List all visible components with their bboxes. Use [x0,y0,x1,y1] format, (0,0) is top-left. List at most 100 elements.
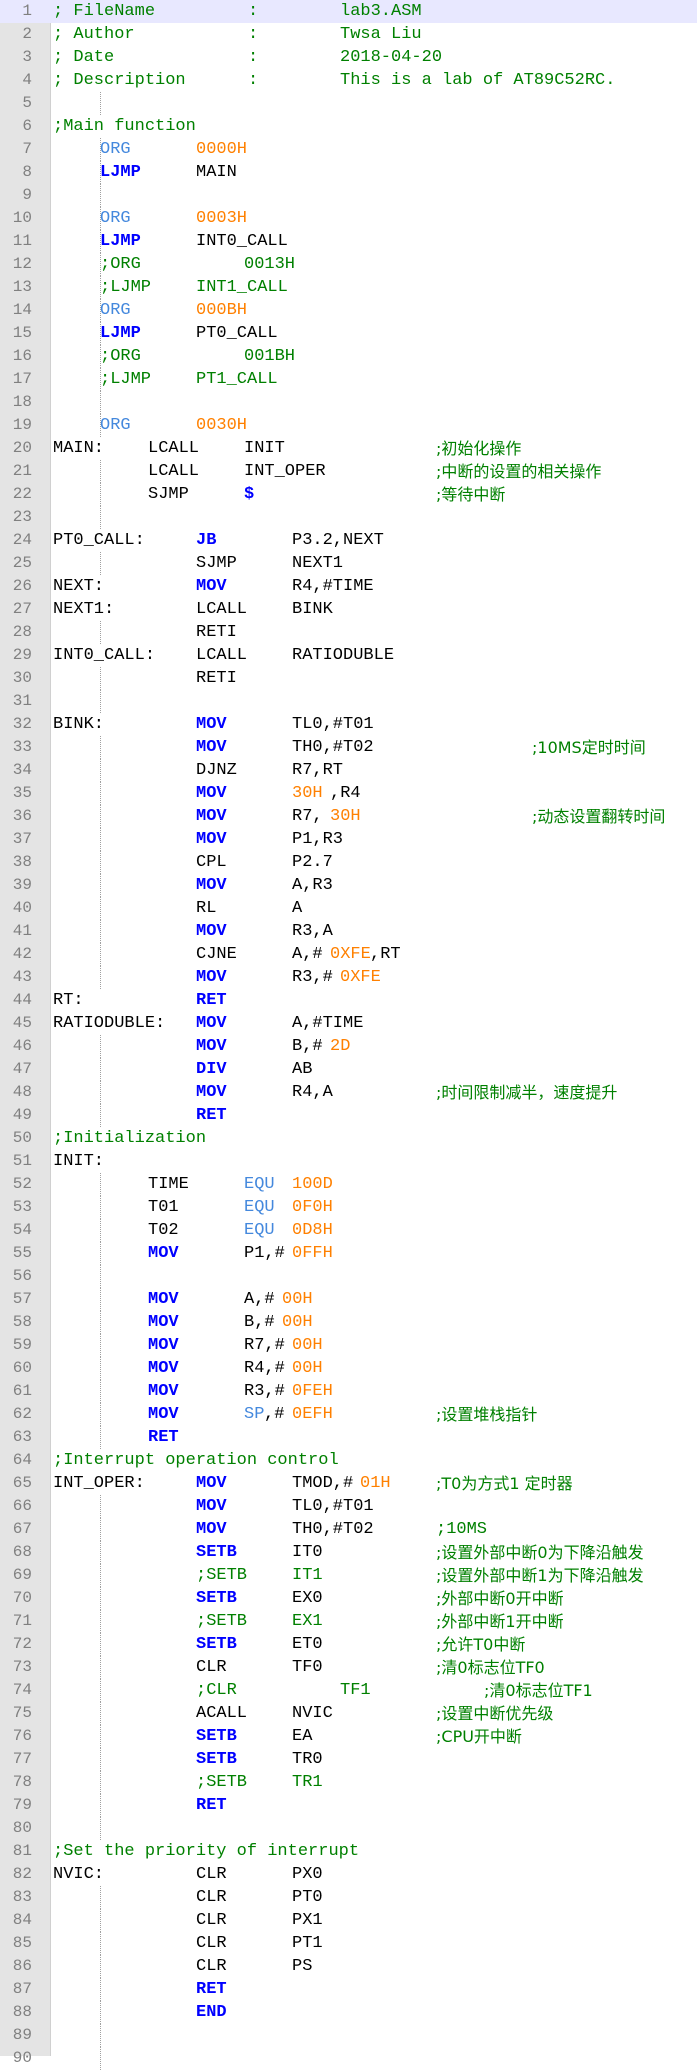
code-token: ACALL [196,1704,248,1723]
code-line[interactable]: 39 MOV A,R3 [0,874,697,897]
code-line[interactable]: 19 ORG 0030H [0,414,697,437]
code-line[interactable]: 51 INIT: [0,1150,697,1173]
code-line[interactable]: 35 MOV 30H ,R4 [0,782,697,805]
code-line[interactable]: 43 MOV R3,# 0XFE [0,966,697,989]
code-line[interactable]: 56 [0,1265,697,1288]
code-token: R7,RT [292,761,344,780]
code-line[interactable]: 64 ;Interrupt operation control [0,1449,697,1472]
code-token: MOV [196,830,227,849]
line-number: 43 [12,968,32,986]
code-line[interactable]: 1 ; FileName: lab3.ASM [0,0,697,23]
code-line[interactable]: 27 NEXT1: LCALL BINK [0,598,697,621]
code-line[interactable]: 82 NVIC: CLR PX0 [0,1863,697,1886]
code-line[interactable]: 71 ;SETB EX1 ;外部中断1开中断 [0,1610,697,1633]
code-line[interactable]: 14 ORG 000BH [0,299,697,322]
code-line[interactable]: 47 DIV AB [0,1058,697,1081]
code-line[interactable]: 34 DJNZ R7,RT [0,759,697,782]
code-line[interactable]: 16 ;ORG 001BH [0,345,697,368]
code-line[interactable]: 84 CLR PX1 [0,1909,697,1932]
code-line[interactable]: 70 SETB EX0 ;外部中断0开中断 [0,1587,697,1610]
code-line[interactable]: 25 SJMP NEXT1 [0,552,697,575]
code-line[interactable]: 73 CLR TF0 ;清0标志位TF0 [0,1656,697,1679]
code-line[interactable]: 68 SETB IT0 ;设置外部中断0为下降沿触发 [0,1541,697,1564]
code-line[interactable]: 90 [0,2047,697,2070]
code-line[interactable]: 9 [0,184,697,207]
code-line[interactable]: 40 RL A [0,897,697,920]
code-line[interactable]: 87 RET [0,1978,697,2001]
code-line[interactable]: 67 MOV TH0,#T02 ;10MS [0,1518,697,1541]
code-line[interactable]: 45 RATIODUBLE: MOV A,#TIME [0,1012,697,1035]
code-line[interactable]: 50 ;Initialization [0,1127,697,1150]
code-line[interactable]: 22 SJMP $ ;等待中断 [0,483,697,506]
code-line[interactable]: 79 RET [0,1794,697,1817]
code-line[interactable]: 72 SETB ET0 ;允许T0中断 [0,1633,697,1656]
code-editor[interactable]: 1 ; FileName: lab3.ASM 2 ; Author: Twsa Liu 3;… [0,0,697,2070]
code-line[interactable]: 4 ; Description: This is a lab of AT89C52R… [0,69,697,92]
code-line[interactable]: 89 [0,2024,697,2047]
code-line[interactable]: 7 ORG 0000H [0,138,697,161]
code-line[interactable]: 63 RET [0,1426,697,1449]
code-line[interactable]: 53 T01 EQU 0F0H [0,1196,697,1219]
code-line[interactable]: 5 [0,92,697,115]
code-line[interactable]: 78 ;SETB TR1 [0,1771,697,1794]
code-line[interactable]: 66 MOV TL0,#T01 [0,1495,697,1518]
code-line[interactable]: 33 MOV TH0,#T02 ;10MS定时时间 [0,736,697,759]
code-line[interactable]: 62 MOV SP ,# 0EFH ;设置堆栈指针 [0,1403,697,1426]
code-line[interactable]: 88 END [0,2001,697,2024]
code-line[interactable]: 13 ;LJMP INT1_CALL [0,276,697,299]
code-line[interactable]: 38 CPL P2.7 [0,851,697,874]
code-line[interactable]: 23 [0,506,697,529]
code-line[interactable]: 76 SETB EA ;CPU开中断 [0,1725,697,1748]
code-line[interactable]: 18 [0,391,697,414]
code-line[interactable]: 3 ; Date: 2018-04-20 [0,46,697,69]
code-token: INIT: [53,1152,105,1171]
code-line[interactable]: 8 LJMP MAIN [0,161,697,184]
code-line[interactable]: 44 RT: RET [0,989,697,1012]
code-line[interactable]: 17 ;LJMP PT1_CALL [0,368,697,391]
code-line[interactable]: 77 SETB TR0 [0,1748,697,1771]
code-line[interactable]: 2 ; Author: Twsa Liu [0,23,697,46]
code-line[interactable]: 61 MOV R3,# 0FEH [0,1380,697,1403]
code-line[interactable]: 6 ;Main function [0,115,697,138]
code-line[interactable]: 30 RETI [0,667,697,690]
code-line[interactable]: 28 RETI [0,621,697,644]
code-line[interactable]: 10 ORG 0003H [0,207,697,230]
code-line[interactable]: 49 RET [0,1104,697,1127]
code-line[interactable]: 81 ;Set the priority of interrupt [0,1840,697,1863]
code-line[interactable]: 20 MAIN: LCALL INIT ;初始化操作 [0,437,697,460]
code-line[interactable]: 85 CLR PT1 [0,1932,697,1955]
code-line[interactable]: 58 MOV B,# 00H [0,1311,697,1334]
code-line[interactable]: 32 BINK: MOV TL0,#T01 [0,713,697,736]
line-number: 2 [22,25,32,43]
code-line[interactable]: 75 ACALL NVIC ;设置中断优先级 [0,1702,697,1725]
code-token: ORG [100,140,131,159]
code-line[interactable]: 12 ;ORG 0013H [0,253,697,276]
code-line[interactable]: 60 MOV R4,# 00H [0,1357,697,1380]
code-line[interactable]: 42 CJNE A,# 0XFE ,RT [0,943,697,966]
code-line[interactable]: 48 MOV R4,A ;时间限制减半，速度提升 [0,1081,697,1104]
code-line[interactable]: 57 MOV A,# 00H [0,1288,697,1311]
code-line[interactable]: 37 MOV P1,R3 [0,828,697,851]
code-token: SJMP [196,554,237,573]
code-line[interactable]: 69 ;SETB IT1 ;设置外部中断1为下降沿触发 [0,1564,697,1587]
code-line[interactable]: 41 MOV R3,A [0,920,697,943]
code-line[interactable]: 52 TIME EQU 100D [0,1173,697,1196]
code-area[interactable]: 1 ; FileName: lab3.ASM 2 ; Author: Twsa Liu 3;… [0,0,697,2070]
code-line[interactable]: 15 LJMP PT0_CALL [0,322,697,345]
code-line[interactable]: 36 MOV R7, 30H ;动态设置翻转时间 [0,805,697,828]
code-line[interactable]: 26 NEXT: MOV R4,#TIME [0,575,697,598]
code-line[interactable]: 83 CLR PT0 [0,1886,697,1909]
code-line[interactable]: 59 MOV R7,# 00H [0,1334,697,1357]
code-line[interactable]: 46 MOV B,# 2D [0,1035,697,1058]
code-line[interactable]: 29 INT0_CALL: LCALL RATIODUBLE [0,644,697,667]
code-line[interactable]: 65 INT_OPER: MOV TMOD,# 01H ;T0为方式1 定时器 [0,1472,697,1495]
code-line[interactable]: 11 LJMP INT0_CALL [0,230,697,253]
code-line[interactable]: 21 LCALL INT_OPER ;中断的设置的相关操作 [0,460,697,483]
code-line[interactable]: 24 PT0_CALL: JB P3.2,NEXT [0,529,697,552]
code-line[interactable]: 31 [0,690,697,713]
code-line[interactable]: 86 CLR PS [0,1955,697,1978]
code-line[interactable]: 80 [0,1817,697,1840]
code-line[interactable]: 55 MOV P1,# 0FFH [0,1242,697,1265]
code-line[interactable]: 74 ;CLR TF1 ;清0标志位TF1 [0,1679,697,1702]
code-line[interactable]: 54 T02 EQU 0D8H [0,1219,697,1242]
